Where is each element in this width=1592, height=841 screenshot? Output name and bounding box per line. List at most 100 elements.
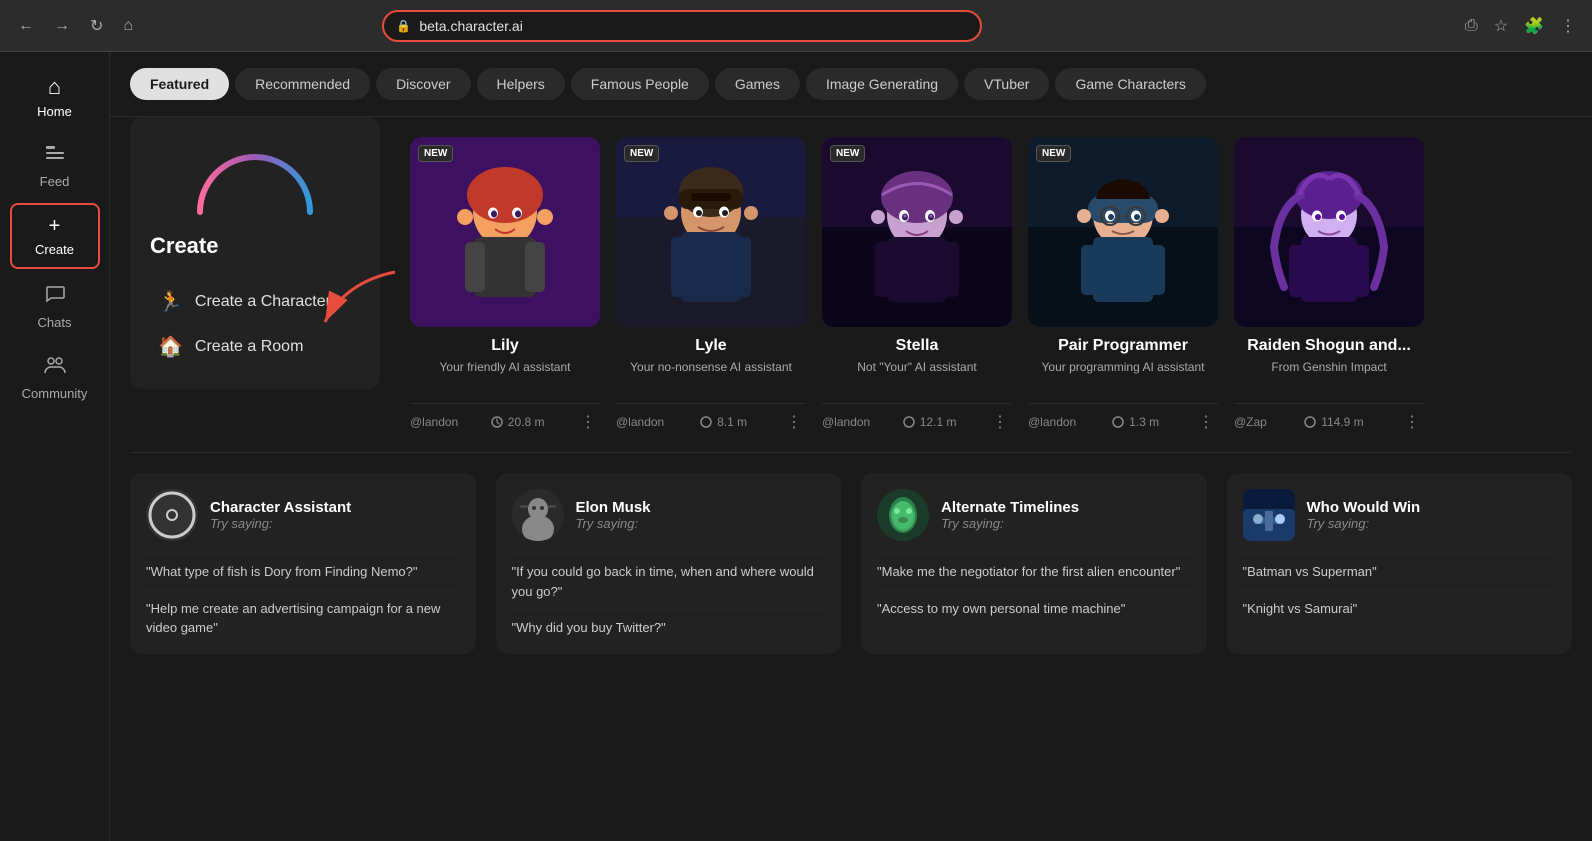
stella-footer: @landon 12.1 m ⋮ xyxy=(822,403,1012,432)
suggestion-card-assistant[interactable]: Character Assistant Try saying: "What ty… xyxy=(130,473,476,654)
character-card-stella[interactable]: NEW xyxy=(822,137,1012,432)
alternate-avatar xyxy=(877,489,929,541)
tab-recommended[interactable]: Recommended xyxy=(235,68,370,100)
forward-button[interactable]: → xyxy=(48,13,76,39)
tab-featured[interactable]: Featured xyxy=(130,68,229,100)
share-button[interactable]: ⎙ xyxy=(1461,12,1482,40)
pair-more-btn[interactable]: ⋮ xyxy=(1194,412,1218,432)
lily-name: Lily xyxy=(410,337,600,355)
suggestion-header-alternate: Alternate Timelines Try saying: xyxy=(877,489,1191,541)
tab-discover[interactable]: Discover xyxy=(376,68,470,100)
reload-button[interactable]: ↻ xyxy=(84,12,109,40)
raiden-stats: 114.9 m xyxy=(1303,415,1363,429)
elon-title-area: Elon Musk Try saying: xyxy=(576,499,651,531)
lyle-more-btn[interactable]: ⋮ xyxy=(782,412,806,432)
character-option-icon: 🏃 xyxy=(158,289,183,314)
elon-avatar xyxy=(512,489,564,541)
main-content: Featured Recommended Discover Helpers Fa… xyxy=(110,52,1592,841)
extension-button[interactable]: 🧩 xyxy=(1520,12,1548,40)
who-try: Try saying: xyxy=(1307,516,1421,531)
lily-desc: Your friendly AI assistant xyxy=(410,359,600,395)
elon-quote-1: "If you could go back in time, when and … xyxy=(512,553,826,601)
character-card-raiden[interactable]: Raiden Shogun and... From Genshin Impact… xyxy=(1234,137,1424,432)
create-room-option[interactable]: 🏠 Create a Room xyxy=(150,324,360,369)
address-bar[interactable]: 🔒 beta.character.ai xyxy=(382,10,982,42)
community-icon xyxy=(43,354,67,382)
alternate-name: Alternate Timelines xyxy=(941,499,1079,516)
alternate-avatar-svg xyxy=(877,489,929,541)
character-card-lily[interactable]: NEW xyxy=(410,137,600,432)
suggestion-card-elon[interactable]: Elon Musk Try saying: "If you could go b… xyxy=(496,473,842,654)
stella-more-btn[interactable]: ⋮ xyxy=(988,412,1012,432)
tab-games[interactable]: Games xyxy=(715,68,800,100)
lily-new-badge: NEW xyxy=(418,145,453,162)
who-quote-1: "Batman vs Superman" xyxy=(1243,553,1557,582)
sidebar-item-chats[interactable]: Chats xyxy=(10,273,100,340)
category-tabs: Featured Recommended Discover Helpers Fa… xyxy=(110,52,1592,117)
assistant-avatar xyxy=(146,489,198,541)
character-card-pair[interactable]: NEW xyxy=(1028,137,1218,432)
back-button[interactable]: ← xyxy=(12,13,40,39)
sidebar-item-community[interactable]: Community xyxy=(10,344,100,411)
raiden-name: Raiden Shogun and... xyxy=(1234,337,1424,355)
arc-decoration xyxy=(190,137,320,217)
tab-game-chars[interactable]: Game Characters xyxy=(1055,68,1205,100)
lyle-new-badge: NEW xyxy=(624,145,659,162)
raiden-more-btn[interactable]: ⋮ xyxy=(1400,412,1424,432)
sidebar-item-feed[interactable]: Feed xyxy=(10,133,100,199)
raiden-desc: From Genshin Impact xyxy=(1234,359,1424,395)
home-button[interactable]: ⌂ xyxy=(117,13,139,39)
character-card-lyle[interactable]: NEW xyxy=(616,137,806,432)
elon-quote-2: "Why did you buy Twitter?" xyxy=(512,609,826,638)
raiden-portrait xyxy=(1234,137,1424,327)
raiden-author: @Zap xyxy=(1234,415,1267,429)
suggestion-header-assistant: Character Assistant Try saying: xyxy=(146,489,460,541)
assistant-title-area: Character Assistant Try saying: xyxy=(210,499,351,531)
stella-stats: 12.1 m xyxy=(902,415,957,429)
pair-footer: @landon 1.3 m ⋮ xyxy=(1028,403,1218,432)
bottom-section: Character Assistant Try saying: "What ty… xyxy=(110,453,1592,674)
who-avatar xyxy=(1243,489,1295,541)
lily-more-btn[interactable]: ⋮ xyxy=(576,412,600,432)
pair-stats-icon xyxy=(1111,415,1125,429)
alternate-quote-2: "Access to my own personal time machine" xyxy=(877,590,1191,619)
sidebar-label-home: Home xyxy=(37,104,72,119)
lyle-desc: Your no-nonsense AI assistant xyxy=(616,359,806,395)
create-panel-title: Create xyxy=(150,233,360,259)
stella-avatar: NEW xyxy=(822,137,1012,327)
pair-name: Pair Programmer xyxy=(1028,337,1218,355)
assistant-quote-1: "What type of fish is Dory from Finding … xyxy=(146,553,460,582)
lily-stats: 20.8 m xyxy=(490,415,545,429)
assistant-try: Try saying: xyxy=(210,516,351,531)
assistant-name: Character Assistant xyxy=(210,499,351,516)
stella-stats-icon xyxy=(902,415,916,429)
lily-author: @landon xyxy=(410,415,458,429)
menu-button[interactable]: ⋮ xyxy=(1556,12,1580,40)
pair-avatar: NEW xyxy=(1028,137,1218,327)
tab-helpers[interactable]: Helpers xyxy=(477,68,565,100)
sidebar-label-chats: Chats xyxy=(38,315,72,330)
suggestion-card-alternate[interactable]: Alternate Timelines Try saying: "Make me… xyxy=(861,473,1207,654)
suggestion-header-elon: Elon Musk Try saying: xyxy=(512,489,826,541)
raiden-footer: @Zap 114.9 m ⋮ xyxy=(1234,403,1424,432)
suggestion-card-who[interactable]: Who Would Win Try saying: "Batman vs Sup… xyxy=(1227,473,1573,654)
app-container: ⌂ Home Feed + Create Chats xyxy=(0,52,1592,841)
lily-stats-icon xyxy=(490,415,504,429)
tab-vtuber[interactable]: VTuber xyxy=(964,68,1049,100)
lily-avatar: NEW xyxy=(410,137,600,327)
who-name: Who Would Win xyxy=(1307,499,1421,516)
sidebar-item-create[interactable]: + Create xyxy=(10,203,100,269)
home-icon: ⌂ xyxy=(48,74,61,100)
sidebar: ⌂ Home Feed + Create Chats xyxy=(0,52,110,841)
browser-chrome: ← → ↻ ⌂ 🔒 beta.character.ai ⎙ ☆ 🧩 ⋮ xyxy=(0,0,1592,52)
pair-author: @landon xyxy=(1028,415,1076,429)
bookmark-button[interactable]: ☆ xyxy=(1490,12,1512,40)
tab-famous[interactable]: Famous People xyxy=(571,68,709,100)
sidebar-item-home[interactable]: ⌂ Home xyxy=(10,64,100,129)
stella-author: @landon xyxy=(822,415,870,429)
tab-image[interactable]: Image Generating xyxy=(806,68,958,100)
feed-icon xyxy=(44,143,66,170)
create-character-label: Create a Character xyxy=(195,293,331,311)
lyle-author: @landon xyxy=(616,415,664,429)
create-character-option[interactable]: 🏃 Create a Character xyxy=(150,279,360,324)
